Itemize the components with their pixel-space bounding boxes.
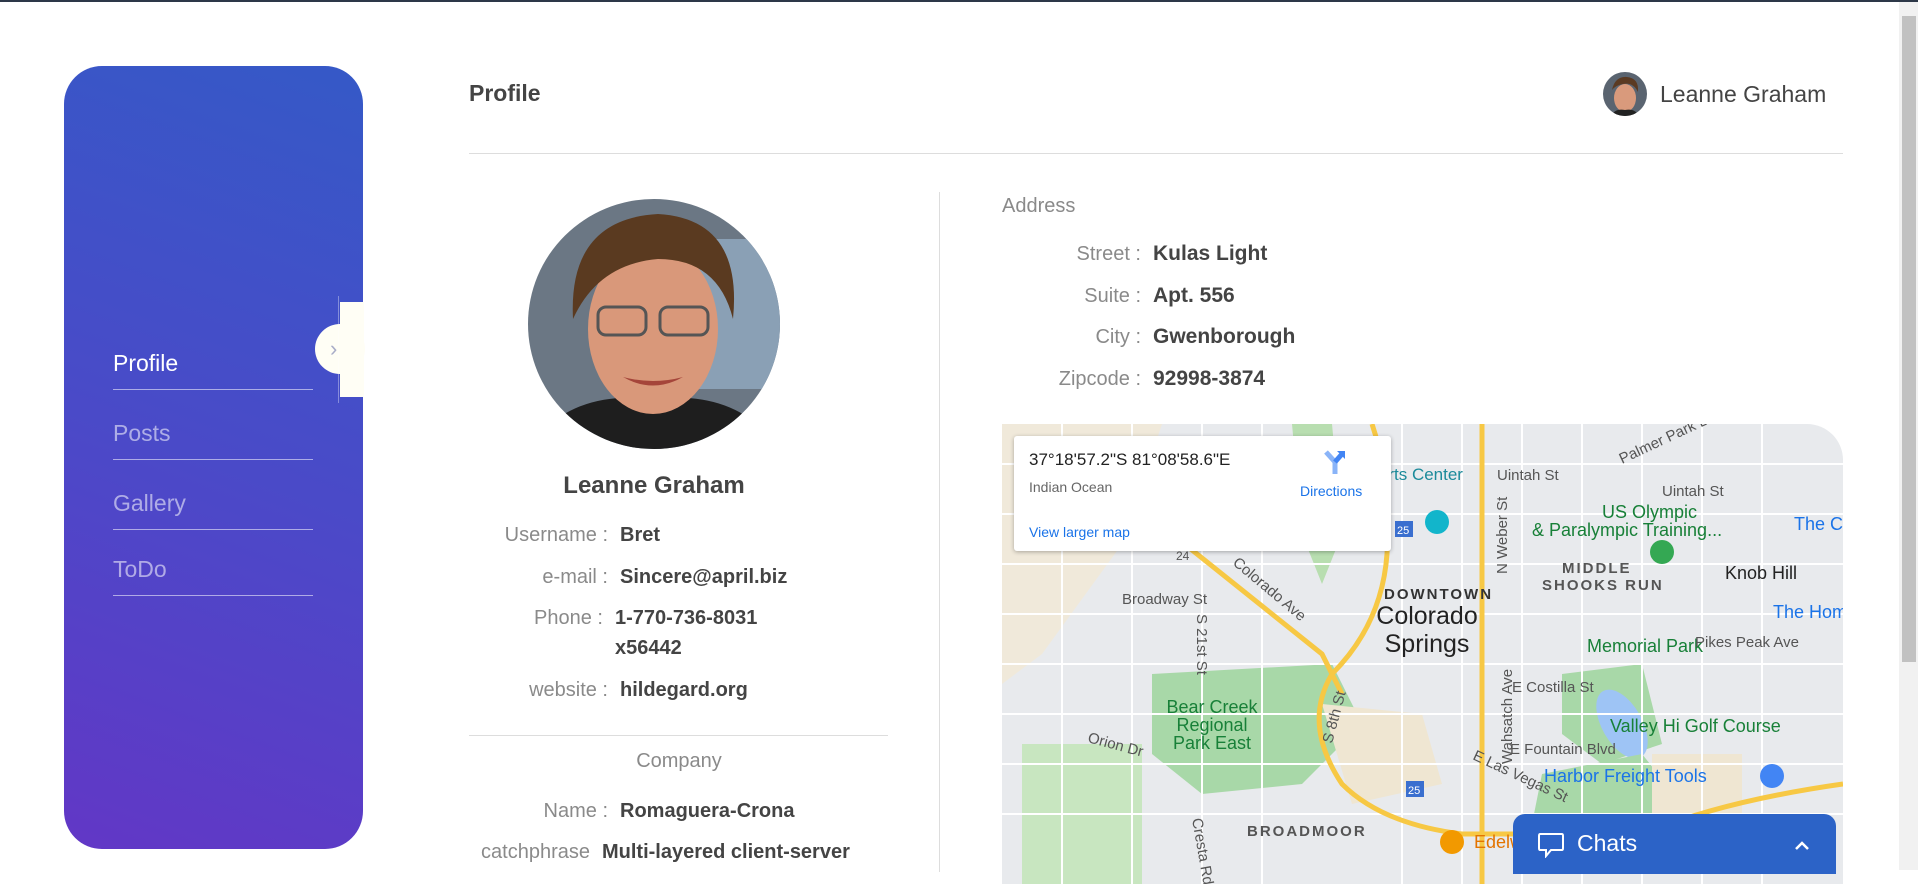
map-label: SHOOKS RUN	[1542, 577, 1664, 594]
field-label: Phone :	[534, 607, 603, 629]
chevron-right-icon: ›	[330, 336, 338, 361]
map-label: Palmer Park Blvd	[1617, 424, 1729, 468]
company-heading: Company	[636, 750, 722, 772]
map-label: Valley Hi Golf Course	[1610, 716, 1781, 736]
directions-link[interactable]: Directions	[1300, 483, 1362, 499]
map-label: Harbor Freight Tools	[1544, 766, 1707, 786]
user-avatar[interactable]	[1603, 72, 1647, 116]
map-label: & Paralympic Training...	[1532, 520, 1722, 540]
address-heading: Address	[1002, 195, 1076, 217]
active-notch-circle	[315, 324, 365, 374]
chat-label: Chats	[1577, 830, 1638, 856]
field-label: e-mail :	[542, 566, 608, 588]
map-label: Wahsatch Ave	[1499, 669, 1516, 764]
field-value: Kulas Light	[1153, 242, 1268, 265]
map-label: S 21st St	[1193, 614, 1210, 676]
field-value: Gwenborough	[1153, 325, 1296, 348]
map-label: E Fountain Blvd	[1510, 741, 1616, 758]
chat-widget[interactable]: Chats	[1513, 814, 1836, 874]
scrollbar-thumb[interactable]	[1902, 16, 1916, 662]
map-label: Memorial Park	[1587, 636, 1704, 656]
field-label: Suite :	[1084, 285, 1141, 307]
map-label: Bear Creek	[1166, 697, 1258, 717]
sidebar: Profile Posts Gallery ToDo	[64, 66, 363, 849]
map-label: Park East	[1173, 733, 1251, 753]
field-value-ext: x56442	[615, 637, 682, 659]
field-value: Apt. 556	[1153, 284, 1235, 307]
sidebar-item-gallery[interactable]: Gallery	[113, 460, 313, 530]
column-divider	[939, 192, 940, 872]
restaurant-pin-icon	[1440, 830, 1464, 854]
page-title: Profile	[469, 80, 541, 106]
field-label: Username :	[504, 524, 608, 546]
sidebar-item-profile[interactable]: Profile	[113, 320, 313, 390]
map-place: Indian Ocean	[1029, 479, 1113, 495]
map-label: US Olympic	[1602, 502, 1697, 522]
route-shield: 24	[1176, 549, 1190, 563]
map-label: N Weber St	[1494, 496, 1511, 574]
field-label: City :	[1095, 326, 1141, 348]
map-label: Colorado	[1376, 602, 1477, 630]
sidebar-item-posts[interactable]: Posts	[113, 390, 313, 460]
profile-photo	[528, 199, 780, 449]
map-label: MIDDLE	[1562, 560, 1632, 577]
map-label: E Costilla St	[1512, 679, 1595, 696]
map-label: Regional	[1176, 715, 1247, 735]
museum-pin-icon	[1425, 510, 1449, 534]
map-label: The Ci	[1794, 514, 1843, 534]
map-label: Uintah St	[1662, 483, 1725, 500]
field-value: 1-770-736-8031	[615, 607, 758, 629]
company-divider	[469, 735, 888, 736]
shopping-pin-icon	[1760, 764, 1784, 788]
map-label: The Hom	[1773, 602, 1843, 622]
field-value: 92998-3874	[1153, 367, 1266, 390]
field-label: catchphrase	[481, 841, 590, 863]
profile-name: Leanne Graham	[563, 472, 745, 499]
route-shield: 25	[1397, 525, 1409, 537]
map-label: Springs	[1385, 630, 1470, 658]
field-value: Romaguera-Crona	[620, 800, 795, 822]
map-label: Pikes Peak Ave	[1695, 634, 1799, 651]
sidebar-item-todo[interactable]: ToDo	[113, 526, 313, 596]
map-label: BROADMOOR	[1247, 823, 1367, 840]
field-value: Multi-layered client-server	[602, 841, 850, 863]
view-larger-map-link[interactable]: View larger map	[1029, 524, 1130, 540]
field-value: Bret	[620, 524, 661, 546]
chat-bubble-icon	[1537, 832, 1565, 863]
header-divider	[469, 153, 1843, 154]
directions-icon[interactable]	[1323, 448, 1347, 479]
map-label: Knob Hill	[1725, 563, 1797, 583]
map-label: Uintah St	[1497, 467, 1560, 484]
map-label: Cresta Rd	[1188, 817, 1216, 884]
field-label: Street :	[1076, 243, 1141, 265]
route-shield: 25	[1408, 785, 1420, 797]
map-coordinates: 37°18'57.2"S 81°08'58.6"E	[1029, 450, 1231, 469]
field-label: Name :	[543, 800, 608, 822]
map-info-card: 37°18'57.2"S 81°08'58.6"E Indian Ocean D…	[1014, 436, 1391, 551]
chevron-up-icon[interactable]	[1794, 838, 1810, 856]
field-label: website :	[529, 679, 608, 701]
field-label: Zipcode :	[1058, 368, 1141, 390]
park-pin-icon	[1650, 540, 1674, 564]
field-value: Sincere@april.biz	[620, 566, 788, 588]
field-value[interactable]: hildegard.org	[620, 675, 748, 705]
notch-divider	[338, 296, 339, 403]
map-label: Broadway St	[1122, 591, 1208, 608]
header-user-name[interactable]: Leanne Graham	[1660, 81, 1826, 108]
map-label: DOWNTOWN	[1384, 586, 1493, 603]
